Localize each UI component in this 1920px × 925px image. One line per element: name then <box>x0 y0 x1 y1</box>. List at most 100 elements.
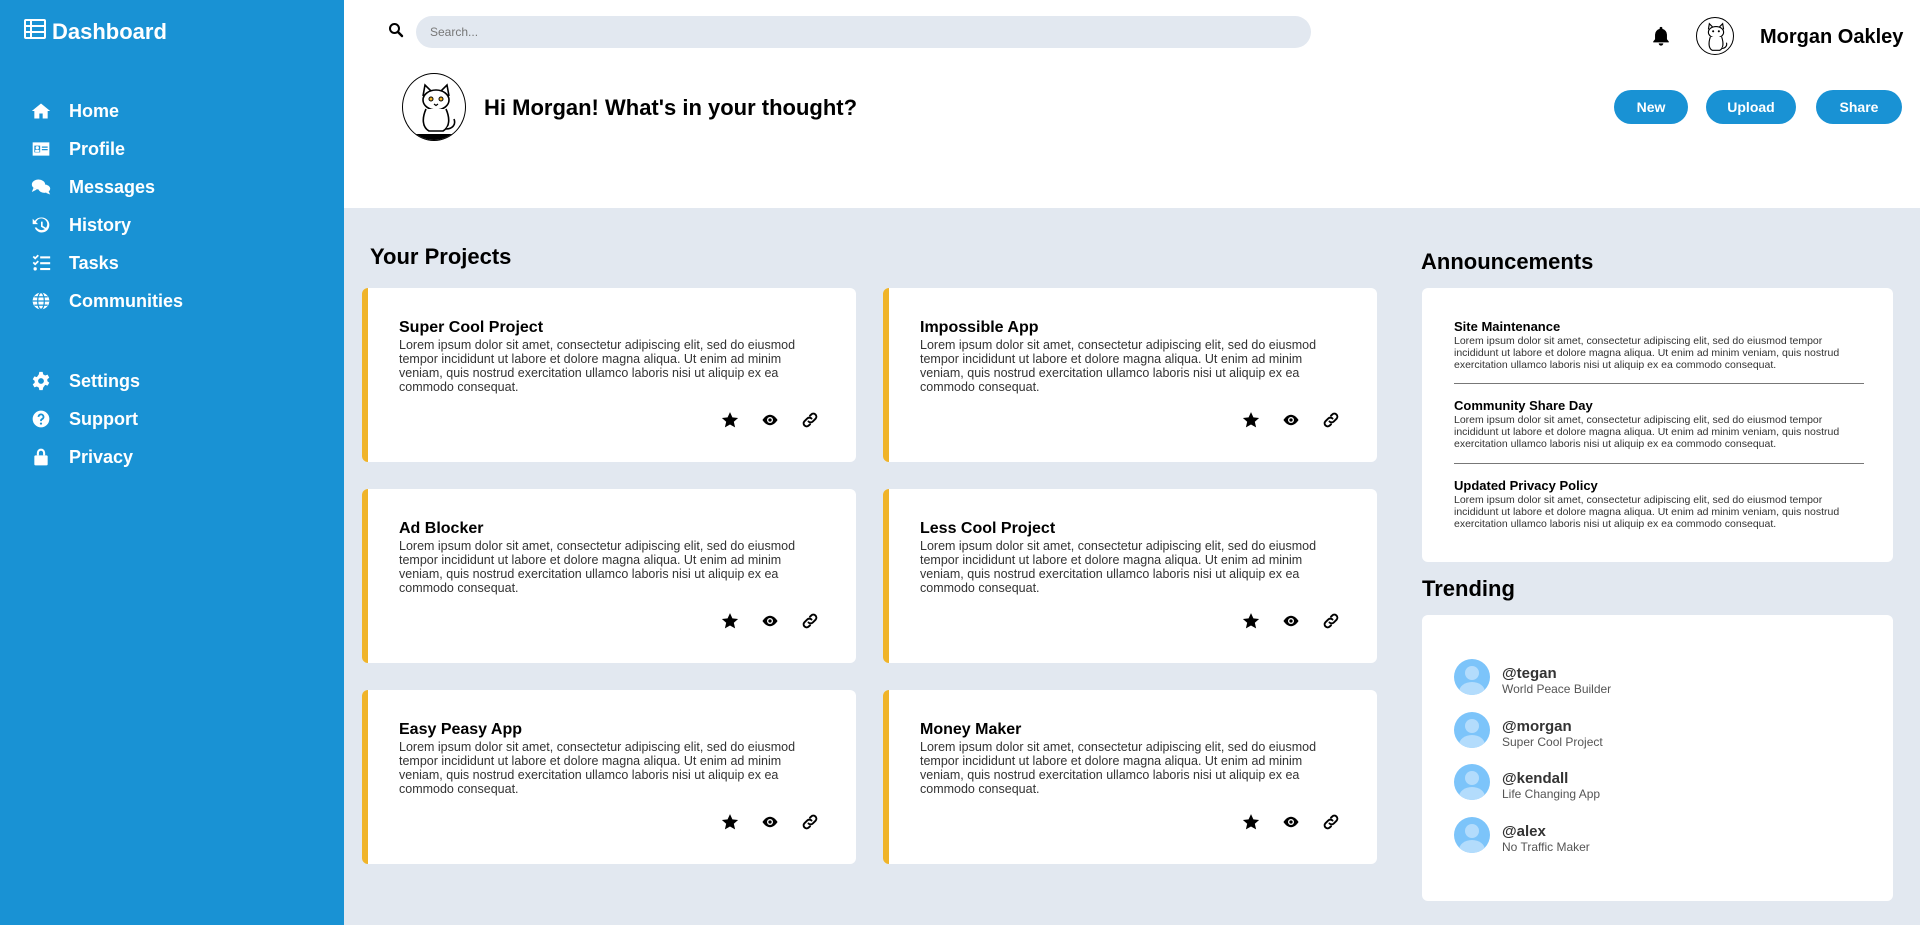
trending-project: Super Cool Project <box>1502 735 1603 749</box>
trending-item[interactable]: @tegan World Peace Builder <box>1454 659 1611 696</box>
project-description: Lorem ipsum dolor sit amet, consectetur … <box>399 740 796 796</box>
announcements-title: Announcements <box>1421 249 1594 274</box>
eye-icon[interactable] <box>1281 410 1301 430</box>
sidebar-item-label: Privacy <box>69 446 134 467</box>
brand-label: Dashboard <box>52 19 167 44</box>
trending-handle: @alex <box>1502 823 1546 840</box>
tasks-icon <box>30 252 52 274</box>
greeting: Hi Morgan! What's in your thought? <box>484 95 858 120</box>
project-card[interactable]: Ad Blocker Lorem ipsum dolor sit amet, c… <box>362 489 856 663</box>
link-icon[interactable] <box>1321 812 1341 832</box>
project-description: Lorem ipsum dolor sit amet, consectetur … <box>399 539 796 595</box>
divider <box>1454 383 1864 384</box>
star-icon[interactable] <box>1241 611 1261 631</box>
trending-item[interactable]: @morgan Super Cool Project <box>1454 712 1603 749</box>
announcement-item[interactable]: Site Maintenance Lorem ipsum dolor sit a… <box>1454 319 1864 371</box>
announcement-item[interactable]: Community Share Day Lorem ipsum dolor si… <box>1454 398 1864 450</box>
eye-icon[interactable] <box>760 812 780 832</box>
project-title: Less Cool Project <box>920 520 1056 537</box>
user-avatar-icon <box>1454 712 1490 748</box>
projects-title: Your Projects <box>370 244 512 269</box>
project-description: Lorem ipsum dolor sit amet, consectetur … <box>920 740 1317 796</box>
link-icon[interactable] <box>1321 410 1341 430</box>
sidebar-item-settings[interactable]: Settings <box>30 362 140 400</box>
sidebar-item-home[interactable]: Home <box>30 92 183 130</box>
sidebar-item-communities[interactable]: Communities <box>30 282 183 320</box>
username[interactable]: Morgan Oakley <box>1760 26 1903 49</box>
eye-icon[interactable] <box>1281 812 1301 832</box>
star-icon[interactable] <box>720 611 740 631</box>
sidebar-item-label: Tasks <box>69 252 119 273</box>
sidebar-item-label: History <box>69 214 132 235</box>
link-icon[interactable] <box>1321 611 1341 631</box>
user-avatar-icon <box>1454 659 1490 695</box>
announcement-description: Lorem ipsum dolor sit amet, consectetur … <box>1454 494 1840 530</box>
project-card[interactable]: Less Cool Project Lorem ipsum dolor sit … <box>883 489 1377 663</box>
grid-icon <box>24 18 46 46</box>
home-icon <box>30 100 52 122</box>
project-card[interactable]: Money Maker Lorem ipsum dolor sit amet, … <box>883 690 1377 864</box>
project-actions <box>720 611 820 631</box>
sidebar-item-label: Settings <box>69 370 141 391</box>
trending-panel: @tegan World Peace Builder @morgan Super… <box>1422 615 1893 901</box>
project-title: Impossible App <box>920 319 1039 336</box>
announcement-description: Lorem ipsum dolor sit amet, consectetur … <box>1454 414 1840 450</box>
sidebar-item-label: Messages <box>69 176 156 197</box>
help-icon <box>30 408 52 430</box>
eye-icon[interactable] <box>760 611 780 631</box>
sidebar-item-privacy[interactable]: Privacy <box>30 438 140 476</box>
link-icon[interactable] <box>800 611 820 631</box>
sidebar-item-label: Home <box>69 100 120 121</box>
project-card[interactable]: Impossible App Lorem ipsum dolor sit ame… <box>883 288 1377 462</box>
search-icon[interactable] <box>388 22 404 38</box>
search-input[interactable] <box>416 16 1311 48</box>
share-button[interactable]: Share <box>1816 90 1902 124</box>
sidebar-item-tasks[interactable]: Tasks <box>30 244 183 282</box>
announcement-description: Lorem ipsum dolor sit amet, consectetur … <box>1454 335 1840 371</box>
brand[interactable]: Dashboard <box>24 18 167 46</box>
star-icon[interactable] <box>720 410 740 430</box>
star-icon[interactable] <box>1241 410 1261 430</box>
sidebar: Dashboard Home Profile Messages History … <box>0 0 344 925</box>
link-icon[interactable] <box>800 410 820 430</box>
announcement-title: Updated Privacy Policy <box>1454 478 1598 493</box>
trending-title: Trending <box>1422 576 1515 601</box>
star-icon[interactable] <box>1241 812 1261 832</box>
project-card[interactable]: Super Cool Project Lorem ipsum dolor sit… <box>362 288 856 462</box>
project-title: Ad Blocker <box>399 520 484 537</box>
eye-icon[interactable] <box>760 410 780 430</box>
new-button[interactable]: New <box>1614 90 1688 124</box>
announcement-item[interactable]: Updated Privacy Policy Lorem ipsum dolor… <box>1454 478 1864 530</box>
bell-icon[interactable] <box>1650 25 1672 47</box>
history-icon <box>30 214 52 236</box>
link-icon[interactable] <box>800 812 820 832</box>
star-icon[interactable] <box>720 812 740 832</box>
project-card[interactable]: Easy Peasy App Lorem ipsum dolor sit ame… <box>362 690 856 864</box>
project-description: Lorem ipsum dolor sit amet, consectetur … <box>920 338 1317 394</box>
trending-project: Life Changing App <box>1502 787 1601 801</box>
project-title: Easy Peasy App <box>399 721 523 738</box>
upload-button[interactable]: Upload <box>1706 90 1796 124</box>
avatar[interactable] <box>1696 17 1734 55</box>
profile-avatar[interactable] <box>402 73 466 141</box>
trending-item[interactable]: @alex No Traffic Maker <box>1454 817 1590 854</box>
sidebar-item-label: Communities <box>69 290 184 311</box>
announcement-title: Site Maintenance <box>1454 319 1561 334</box>
eye-icon[interactable] <box>1281 611 1301 631</box>
project-actions <box>720 812 820 832</box>
announcement-title: Community Share Day <box>1454 398 1593 413</box>
trending-handle: @kendall <box>1502 770 1569 787</box>
project-actions <box>1241 812 1341 832</box>
sidebar-item-support[interactable]: Support <box>30 400 140 438</box>
project-description: Lorem ipsum dolor sit amet, consectetur … <box>920 539 1317 595</box>
project-title: Super Cool Project <box>399 319 544 336</box>
trending-item[interactable]: @kendall Life Changing App <box>1454 764 1600 801</box>
id-card-icon <box>30 138 52 160</box>
sidebar-item-profile[interactable]: Profile <box>30 130 183 168</box>
sidebar-item-messages[interactable]: Messages <box>30 168 183 206</box>
sidebar-item-history[interactable]: History <box>30 206 183 244</box>
project-description: Lorem ipsum dolor sit amet, consectetur … <box>399 338 796 394</box>
trending-handle: @morgan <box>1502 718 1572 735</box>
announcements-panel: Site Maintenance Lorem ipsum dolor sit a… <box>1422 288 1893 562</box>
user-avatar-icon <box>1454 817 1490 853</box>
